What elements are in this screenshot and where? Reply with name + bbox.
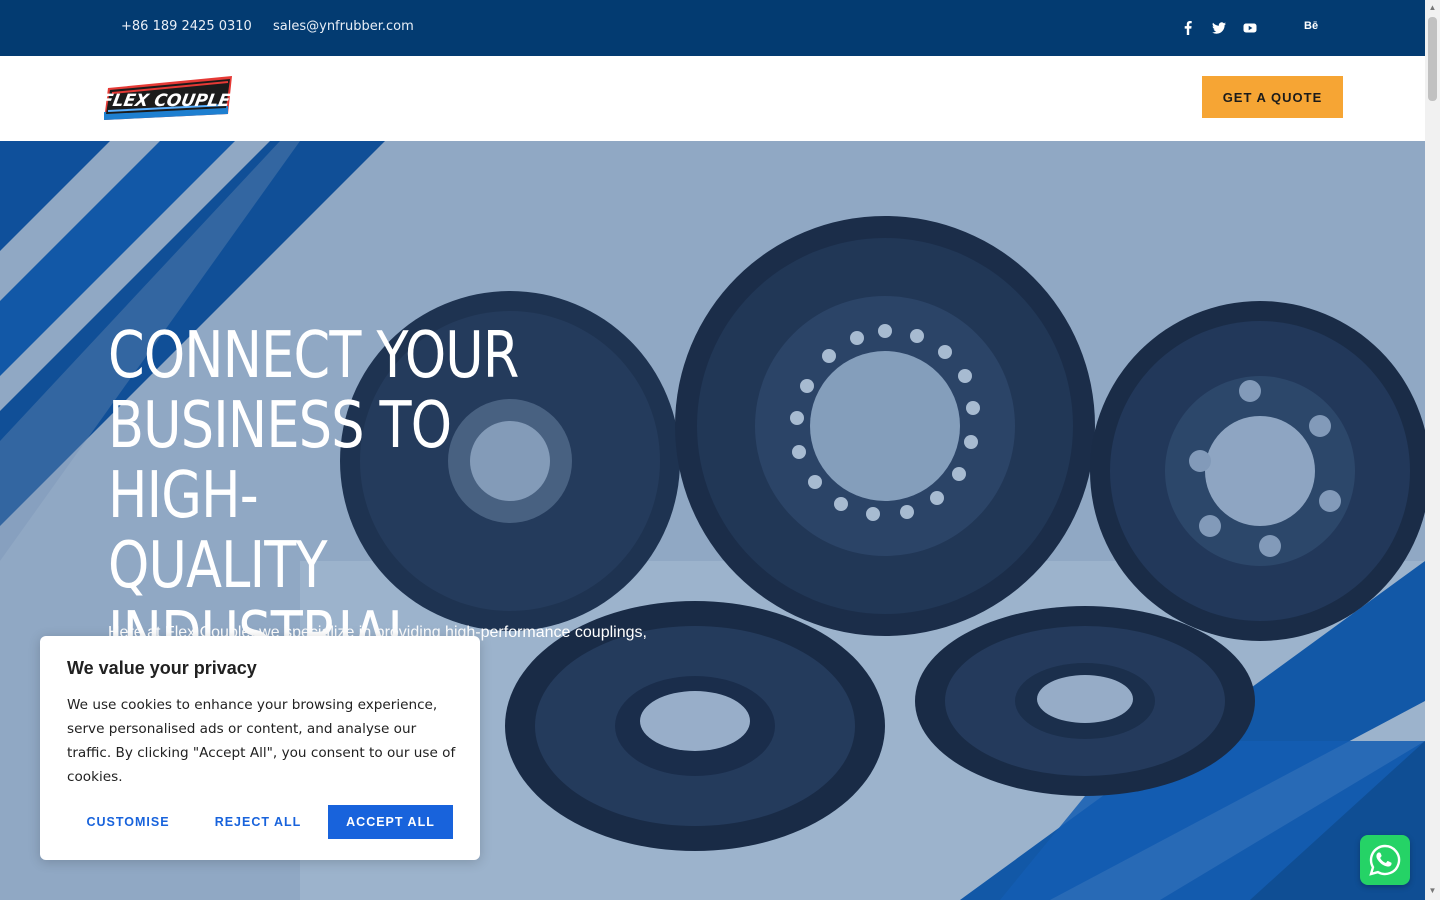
email-link[interactable]: sales@ynfrubber.com: [273, 19, 414, 34]
site-header: FLEX COUPLE GET A QUOTE: [0, 56, 1425, 141]
whatsapp-icon: [1369, 844, 1401, 876]
get-a-quote-button[interactable]: GET A QUOTE: [1202, 76, 1343, 118]
whatsapp-chat-button[interactable]: [1360, 835, 1410, 885]
hero-title-line: CONNECT YOUR: [108, 319, 519, 393]
site-logo[interactable]: FLEX COUPLE: [99, 76, 232, 121]
cookie-body: We use cookies to enhance your browsing …: [67, 697, 456, 785]
scroll-down-icon[interactable]: ▼: [1428, 886, 1437, 895]
scroll-up-icon[interactable]: ▲: [1428, 3, 1437, 12]
page-scrollbar[interactable]: ▲ ▼: [1425, 0, 1440, 900]
twitter-icon[interactable]: [1211, 20, 1227, 41]
accept-all-button[interactable]: ACCEPT ALL: [328, 805, 453, 839]
cookie-title: We value your privacy: [67, 658, 257, 678]
customise-button[interactable]: CUSTOMISE: [68, 805, 188, 839]
svg-text:FLEX COUPLE: FLEX COUPLE: [104, 91, 232, 111]
facebook-icon[interactable]: [1180, 20, 1196, 41]
behance-icon[interactable]: Bē: [1304, 20, 1324, 32]
scrollbar-thumb[interactable]: [1428, 17, 1437, 101]
phone-link[interactable]: +86 189 2425 0310: [121, 19, 252, 34]
reject-all-button[interactable]: REJECT ALL: [198, 805, 318, 839]
hero-title-line: BUSINESS TO HIGH-: [108, 389, 452, 533]
youtube-icon[interactable]: [1242, 20, 1258, 41]
cookie-consent-banner: We value your privacy We use cookies to …: [40, 636, 480, 860]
top-bar: +86 189 2425 0310 sales@ynfrubber.com Bē: [0, 0, 1425, 56]
